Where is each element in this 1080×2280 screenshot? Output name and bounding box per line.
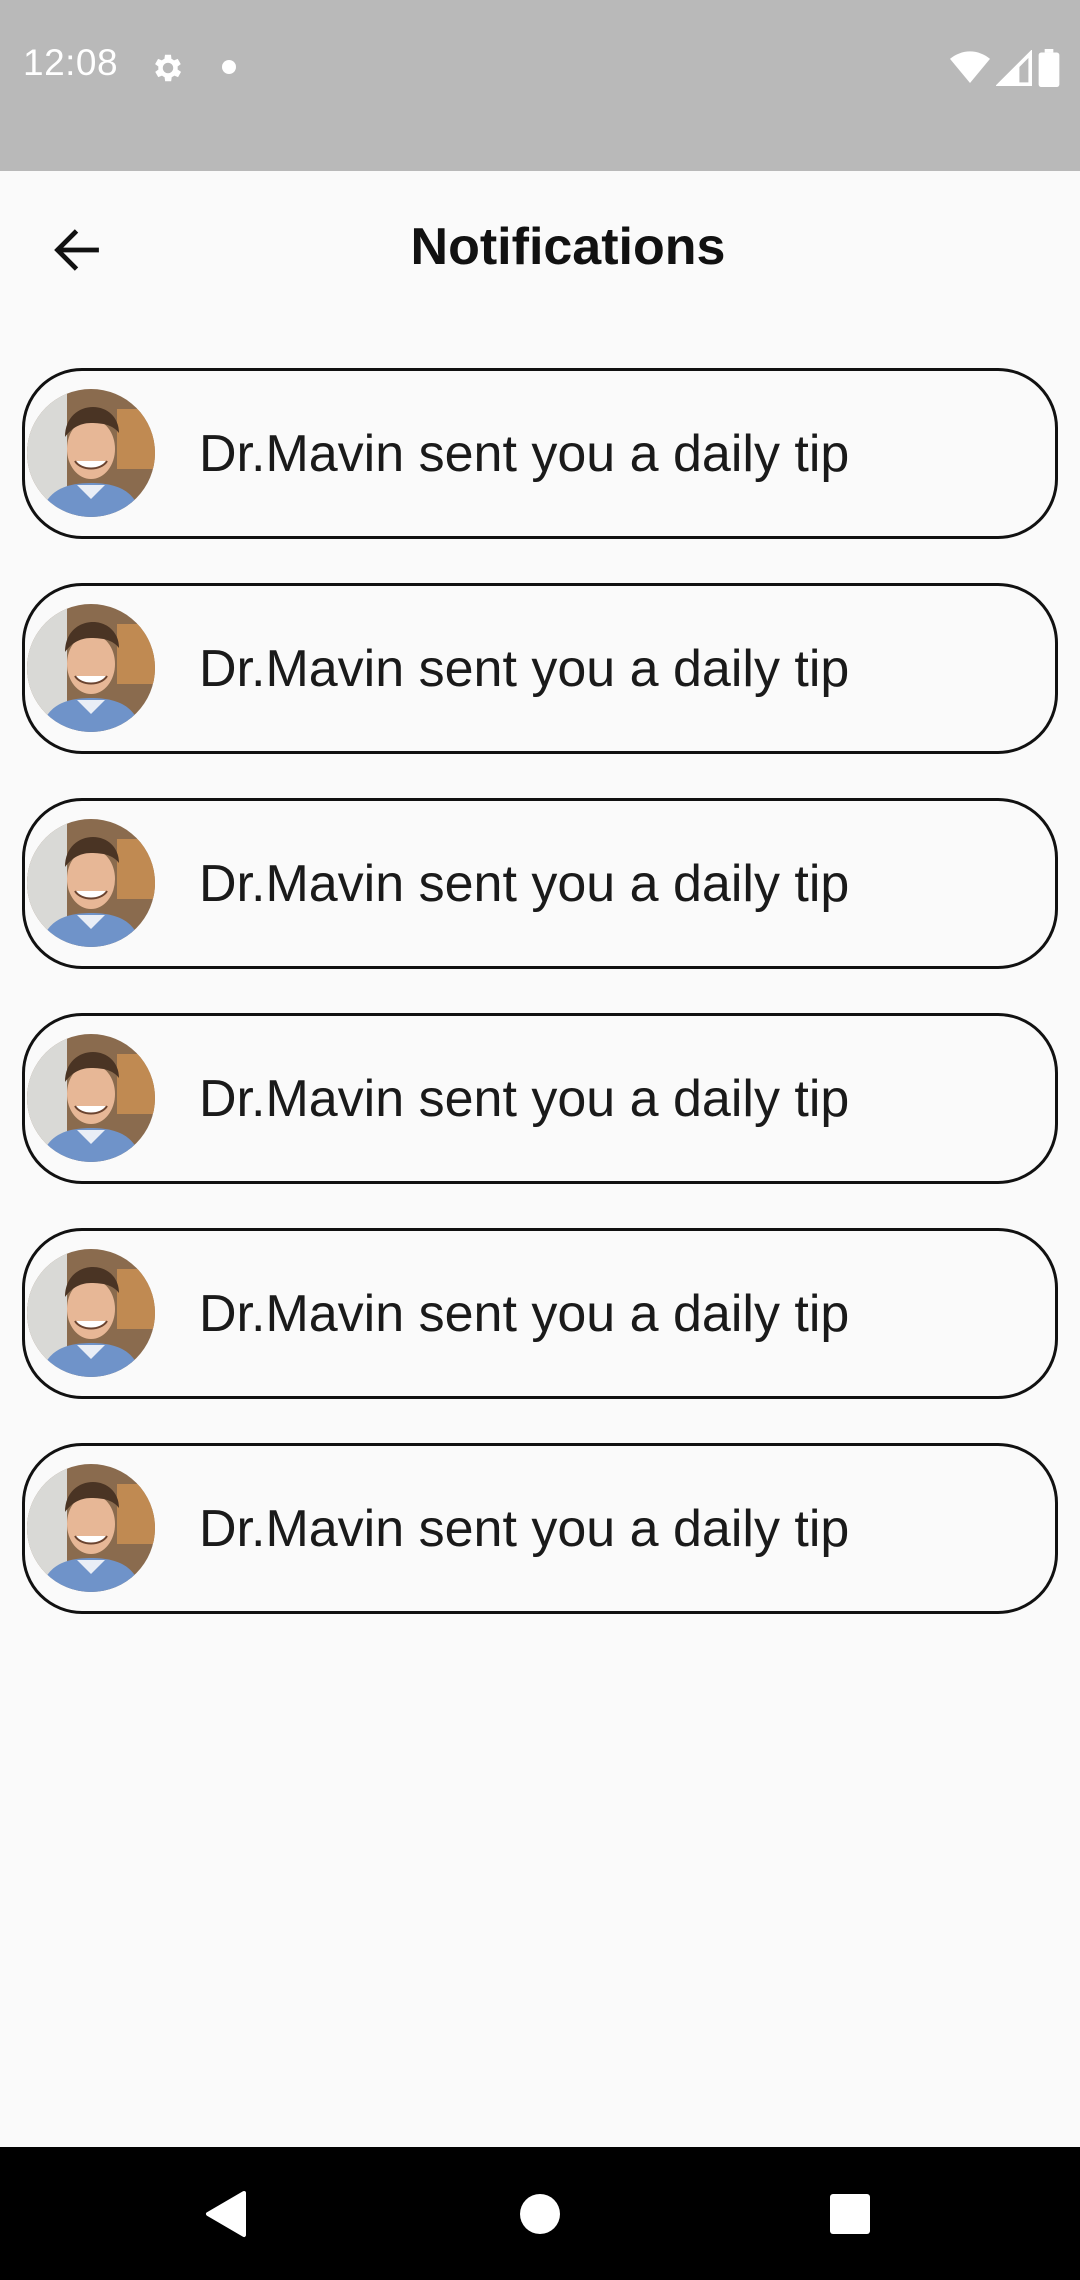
wifi-icon	[950, 51, 990, 83]
notification-text: Dr.Mavin sent you a daily tip	[199, 639, 850, 698]
home-circle-icon	[520, 2193, 560, 2234]
back-triangle-icon	[206, 2190, 246, 2237]
doctor-avatar	[27, 819, 155, 947]
doctor-avatar	[27, 1464, 155, 1592]
status-bar: 12:08	[0, 0, 1080, 171]
notification-text: Dr.Mavin sent you a daily tip	[199, 424, 850, 483]
page-title: Notifications	[410, 218, 726, 276]
status-icons	[950, 48, 1060, 88]
notification-card[interactable]: Dr.Mavin sent you a daily tip	[22, 368, 1058, 539]
battery-icon	[1038, 49, 1060, 87]
doctor-avatar	[27, 1249, 155, 1377]
nav-back-button[interactable]	[156, 2147, 296, 2280]
notification-list: Dr.Mavin sent you a daily tip Dr.Mavin s…	[22, 368, 1058, 1658]
notification-dot-icon	[222, 60, 236, 74]
doctor-avatar	[27, 1034, 155, 1162]
notification-text: Dr.Mavin sent you a daily tip	[199, 1069, 850, 1128]
settings-gear-icon	[155, 54, 182, 82]
doctor-avatar	[27, 389, 155, 517]
notification-text: Dr.Mavin sent you a daily tip	[199, 1284, 850, 1343]
status-time: 12:08	[23, 42, 119, 83]
notification-text: Dr.Mavin sent you a daily tip	[199, 1499, 850, 1558]
system-nav-bar	[0, 2147, 1080, 2280]
nav-home-button[interactable]	[470, 2147, 610, 2280]
notification-card[interactable]: Dr.Mavin sent you a daily tip	[22, 1228, 1058, 1399]
doctor-avatar	[27, 604, 155, 732]
notification-text: Dr.Mavin sent you a daily tip	[199, 854, 850, 913]
notification-card[interactable]: Dr.Mavin sent you a daily tip	[22, 798, 1058, 969]
notification-card[interactable]: Dr.Mavin sent you a daily tip	[22, 1013, 1058, 1184]
app-bar: Notifications	[0, 171, 1080, 326]
cellular-signal-icon	[996, 50, 1032, 86]
notification-card[interactable]: Dr.Mavin sent you a daily tip	[22, 583, 1058, 754]
notification-card[interactable]: Dr.Mavin sent you a daily tip	[22, 1443, 1058, 1614]
recents-square-icon	[830, 2193, 870, 2234]
nav-recents-button[interactable]	[780, 2147, 920, 2280]
